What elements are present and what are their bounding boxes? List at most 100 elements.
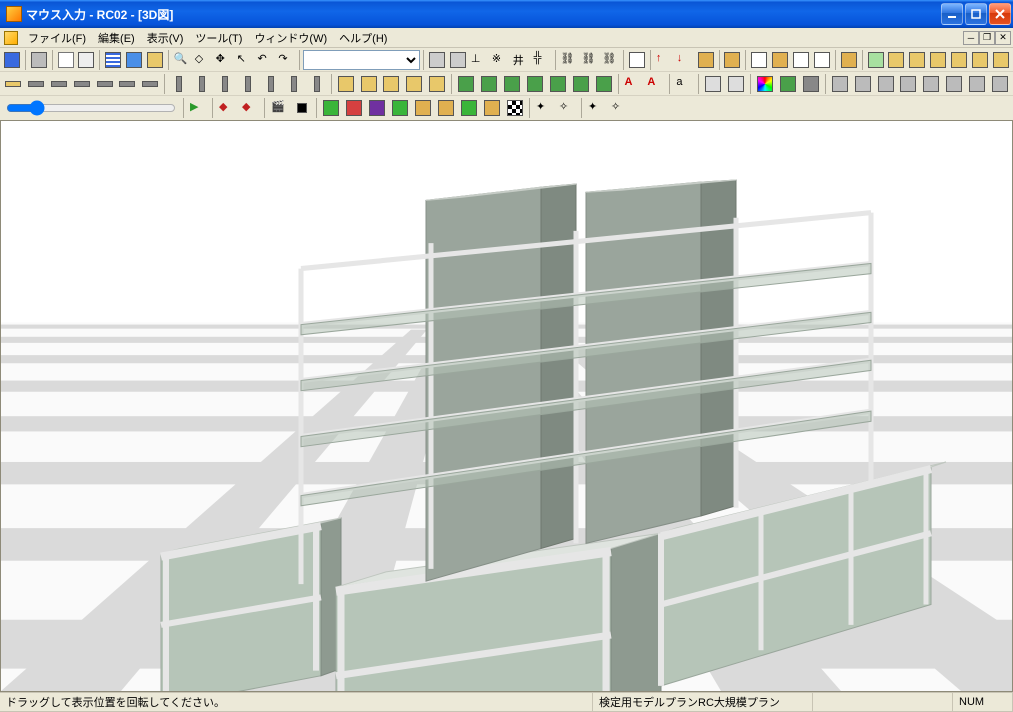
- measure-button[interactable]: [427, 49, 447, 71]
- material-5-button[interactable]: [920, 73, 942, 95]
- wall-type-5-button[interactable]: [426, 73, 448, 95]
- 3d-viewport[interactable]: [0, 121, 1013, 692]
- maximize-button[interactable]: [965, 3, 987, 25]
- check-button[interactable]: [366, 97, 388, 119]
- column-type-1-button[interactable]: [168, 73, 190, 95]
- slab-type-4-button[interactable]: [524, 73, 546, 95]
- grid-mode-1-button[interactable]: [103, 49, 123, 71]
- extra-3-button[interactable]: [991, 49, 1011, 71]
- cursor-mode-1-button[interactable]: ✦: [533, 97, 555, 119]
- floor-down-button[interactable]: ↓: [675, 49, 695, 71]
- beam-type-2-button[interactable]: [25, 73, 47, 95]
- wall-type-1-button[interactable]: [335, 73, 357, 95]
- redo-button[interactable]: ↷: [276, 49, 296, 71]
- option-5-button[interactable]: [481, 97, 503, 119]
- column-type-2-button[interactable]: [191, 73, 213, 95]
- stop-button[interactable]: [291, 97, 313, 119]
- menu-window[interactable]: ウィンドウ(W): [248, 28, 333, 48]
- beam-type-1-button[interactable]: [2, 73, 24, 95]
- undo-button[interactable]: ↶: [256, 49, 276, 71]
- render-button[interactable]: [800, 73, 822, 95]
- color-palette-button[interactable]: [754, 73, 776, 95]
- 3d-box-button[interactable]: [145, 49, 165, 71]
- mdi-minimize-button[interactable]: ─: [963, 31, 979, 45]
- record-red-button[interactable]: [343, 97, 365, 119]
- menu-help[interactable]: ヘルプ(H): [333, 28, 393, 48]
- snap-button[interactable]: ※: [490, 49, 510, 71]
- copy-button[interactable]: [839, 49, 859, 71]
- wall-type-4-button[interactable]: [403, 73, 425, 95]
- mdi-restore-button[interactable]: ❐: [979, 31, 995, 45]
- material-8-button[interactable]: [989, 73, 1011, 95]
- dim-tool-button[interactable]: [702, 73, 724, 95]
- minimize-button[interactable]: [941, 3, 963, 25]
- material-2-button[interactable]: [852, 73, 874, 95]
- extra-2-button[interactable]: [970, 49, 990, 71]
- beam-type-4-button[interactable]: [71, 73, 93, 95]
- beam-type-6-button[interactable]: [117, 73, 139, 95]
- walls-button[interactable]: [866, 49, 886, 71]
- clapboard-button[interactable]: 🎬: [268, 97, 290, 119]
- view-front-button[interactable]: [770, 49, 790, 71]
- floor-up-button[interactable]: ↑: [654, 49, 674, 71]
- section-button[interactable]: [696, 49, 716, 71]
- slab-type-1-button[interactable]: [455, 73, 477, 95]
- nav-right-button[interactable]: ◆: [239, 97, 261, 119]
- ortho-button[interactable]: ⊥: [469, 49, 489, 71]
- beam-type-7-button[interactable]: [139, 73, 161, 95]
- nav-left-button[interactable]: ◆: [216, 97, 238, 119]
- dimension-button[interactable]: [448, 49, 468, 71]
- selection-combo[interactable]: [303, 50, 420, 70]
- link-1-button[interactable]: ⛓: [558, 49, 578, 71]
- grid-toggle-button[interactable]: ╬: [532, 49, 552, 71]
- menu-file[interactable]: ファイル(F): [22, 28, 92, 48]
- column-type-3-button[interactable]: [214, 73, 236, 95]
- beam-type-5-button[interactable]: [94, 73, 116, 95]
- grid-mode-2-button[interactable]: [124, 49, 144, 71]
- option-4-button[interactable]: [458, 97, 480, 119]
- layer-color-button[interactable]: [777, 73, 799, 95]
- dim-tool-2-button[interactable]: [725, 73, 747, 95]
- column-type-4-button[interactable]: [237, 73, 259, 95]
- beams-button[interactable]: [928, 49, 948, 71]
- slab-type-7-button[interactable]: [593, 73, 615, 95]
- properties-button[interactable]: [77, 49, 97, 71]
- view-iso-button[interactable]: [812, 49, 832, 71]
- slab-type-6-button[interactable]: [570, 73, 592, 95]
- wall-type-3-button[interactable]: [381, 73, 403, 95]
- column-type-7-button[interactable]: [306, 73, 328, 95]
- zoom-in-button[interactable]: 🔍: [172, 49, 192, 71]
- zoom-out-button[interactable]: ◇: [193, 49, 213, 71]
- material-6-button[interactable]: [943, 73, 965, 95]
- save-button[interactable]: [2, 49, 22, 71]
- link-2-button[interactable]: ⛓: [579, 49, 599, 71]
- column-type-6-button[interactable]: [283, 73, 305, 95]
- slabs-button[interactable]: [887, 49, 907, 71]
- record-green-button[interactable]: [320, 97, 342, 119]
- zoom-slider[interactable]: [6, 97, 176, 119]
- view-side-button[interactable]: [791, 49, 811, 71]
- text-a-button[interactable]: A: [622, 73, 644, 95]
- layers-button[interactable]: [722, 49, 742, 71]
- columns-button[interactable]: [907, 49, 927, 71]
- checker-button[interactable]: [504, 97, 526, 119]
- menu-tool[interactable]: ツール(T): [189, 28, 248, 48]
- option-1-button[interactable]: [389, 97, 411, 119]
- wall-type-2-button[interactable]: [358, 73, 380, 95]
- option-3-button[interactable]: [435, 97, 457, 119]
- material-4-button[interactable]: [898, 73, 920, 95]
- menu-view[interactable]: 表示(V): [141, 28, 190, 48]
- print-button[interactable]: [29, 49, 49, 71]
- menu-edit[interactable]: 編集(E): [92, 28, 141, 48]
- annotation-button[interactable]: a: [673, 73, 695, 95]
- zoom-slider-input[interactable]: [6, 99, 176, 117]
- material-7-button[interactable]: [966, 73, 988, 95]
- align-button[interactable]: 井: [511, 49, 531, 71]
- pointer-button[interactable]: ↖: [235, 49, 255, 71]
- slab-type-5-button[interactable]: [547, 73, 569, 95]
- pan-button[interactable]: ✥: [214, 49, 234, 71]
- print-preview-button[interactable]: [56, 49, 76, 71]
- column-type-5-button[interactable]: [260, 73, 282, 95]
- link-3-button[interactable]: ⛓: [600, 49, 620, 71]
- material-3-button[interactable]: [875, 73, 897, 95]
